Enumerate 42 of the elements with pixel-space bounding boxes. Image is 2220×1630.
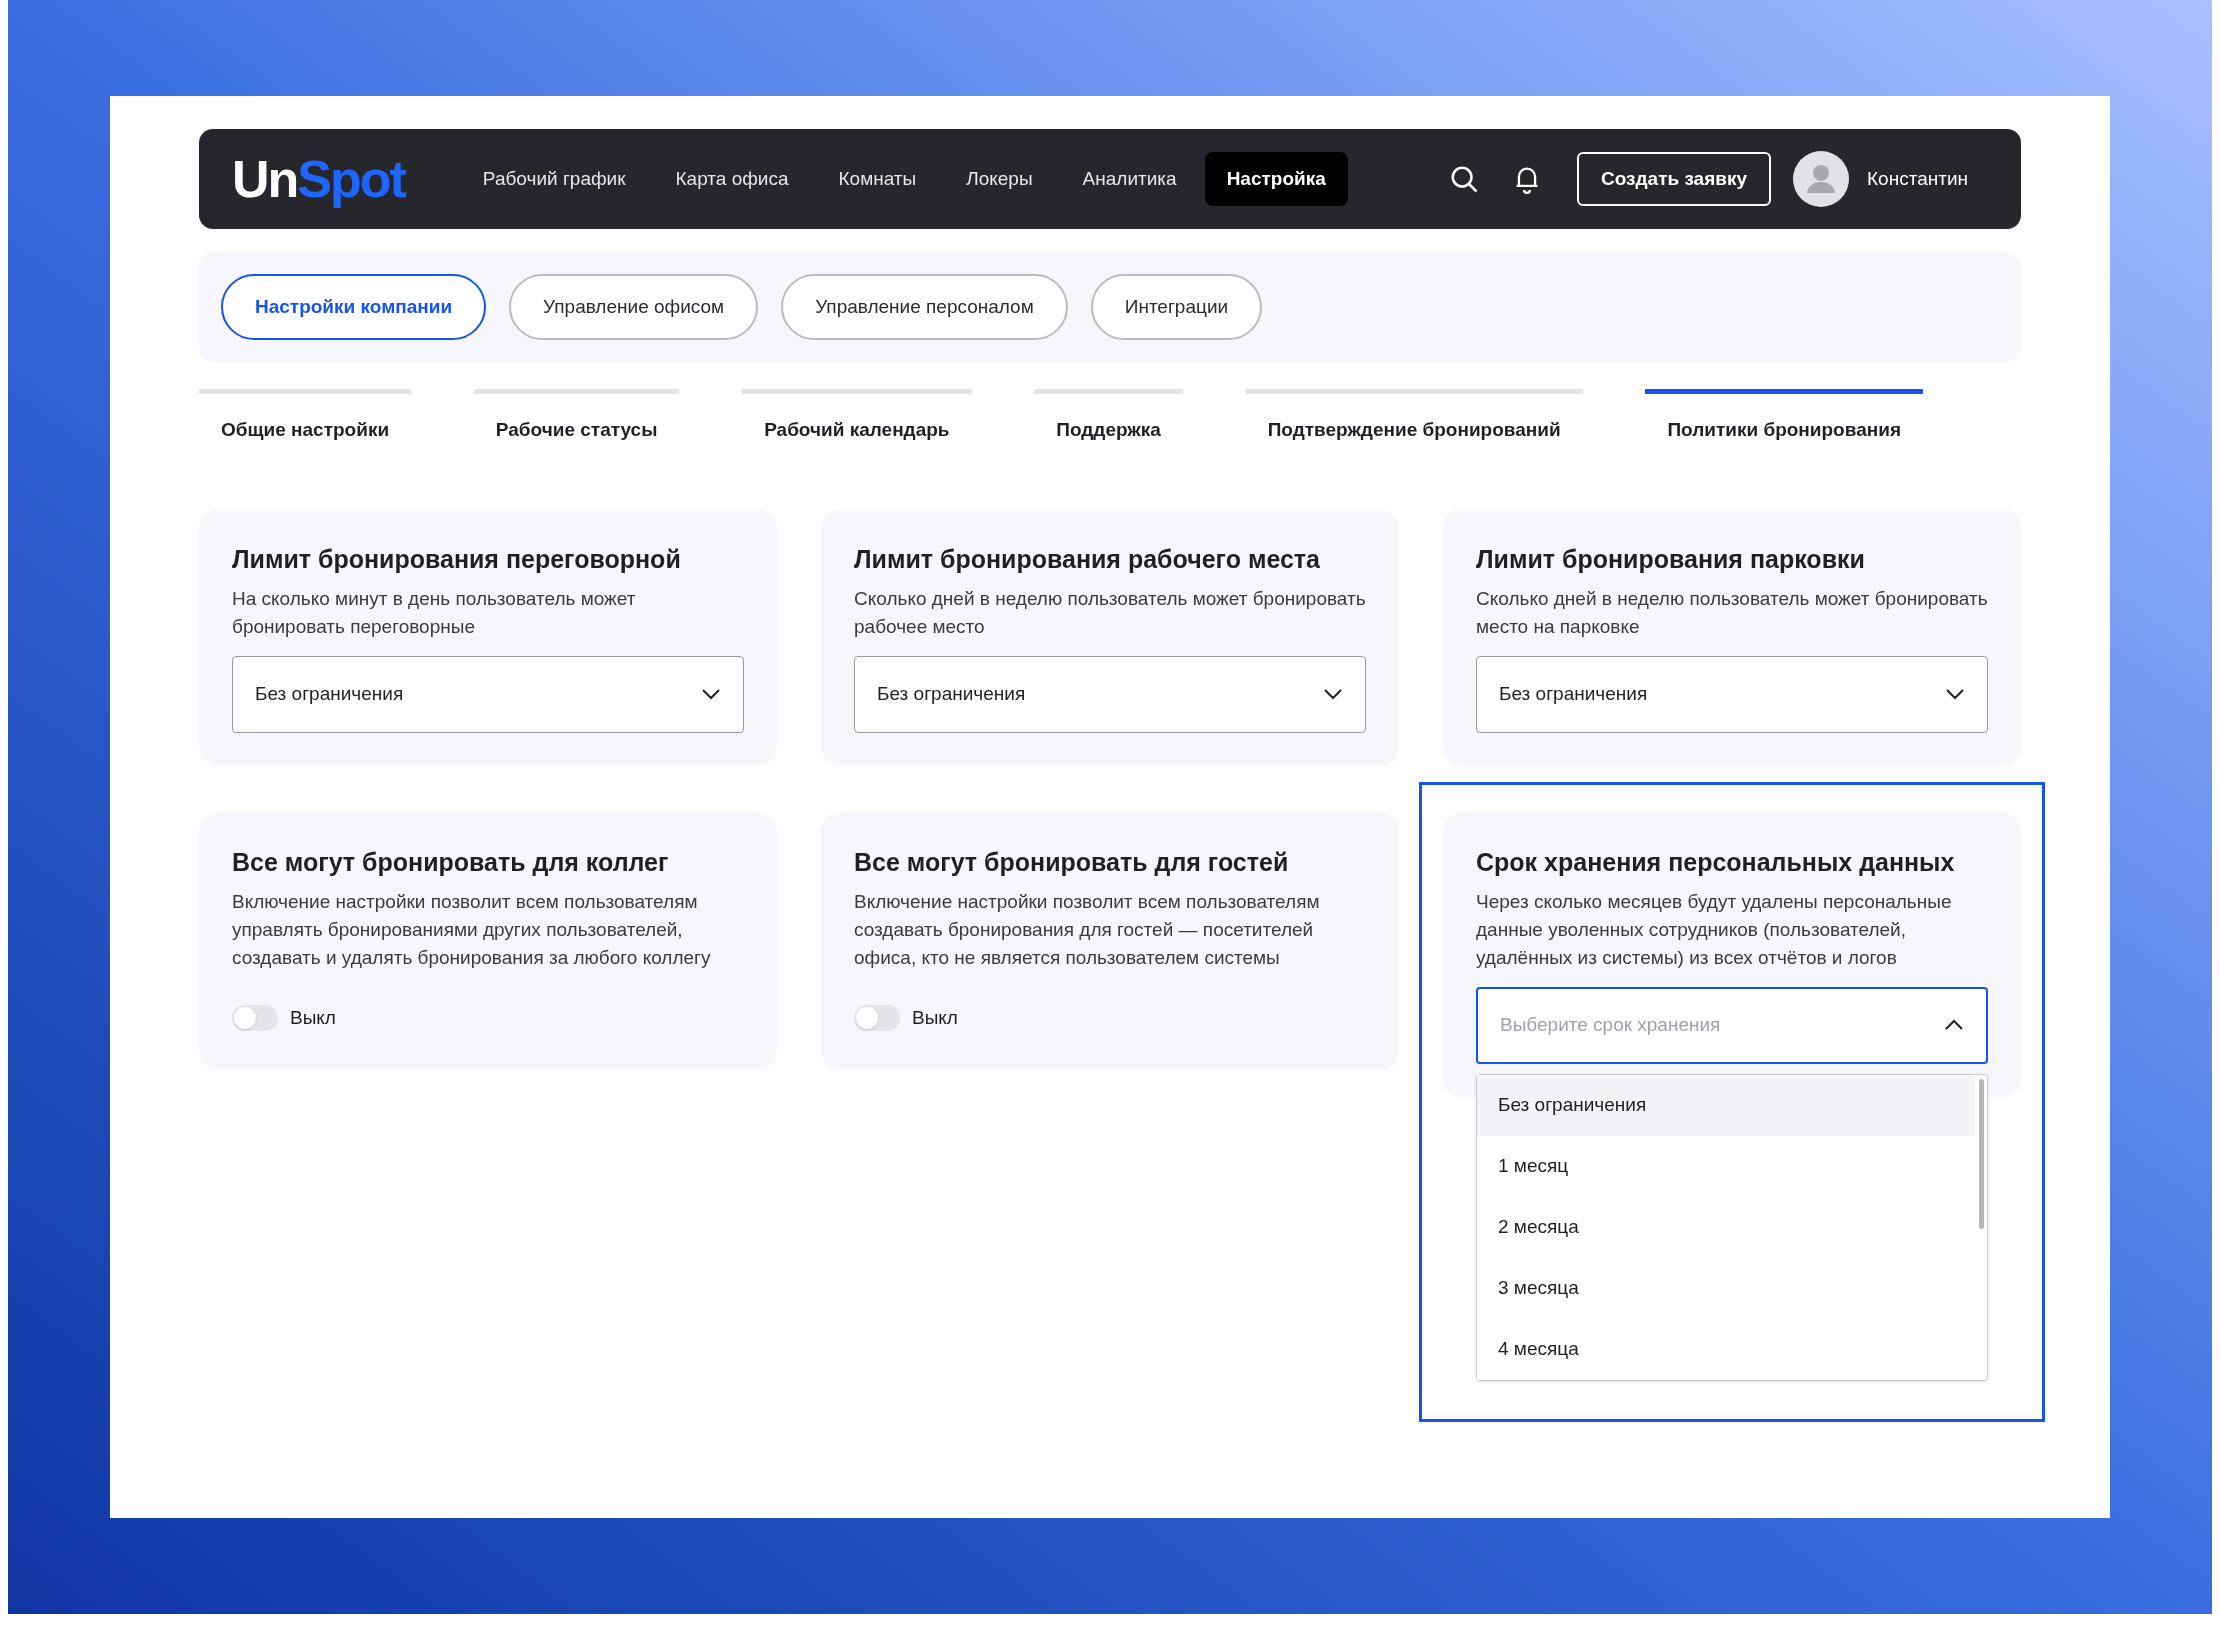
select-field[interactable]: Без ограничения [1476, 655, 1988, 733]
card-title: Срок хранения персональных данных [1476, 846, 1956, 878]
card-description: Сколько дней в неделю пользователь может бронировать место на парковке [1476, 586, 1988, 639]
toggle-label: Выкл [912, 1005, 958, 1030]
nav-item[interactable]: Рабочий график [460, 152, 648, 206]
section-tab[interactable]: Управление персоналом [781, 274, 1068, 340]
settings-tab[interactable]: Общие настройки [199, 389, 412, 445]
card-title: Все могут бронировать для коллег [232, 846, 670, 878]
card-title: Все могут бронировать для гостей [854, 846, 1290, 878]
toggle-switch[interactable] [854, 1004, 900, 1031]
toggle-label: Выкл [290, 1005, 336, 1030]
user-name: Константин [1867, 166, 1968, 191]
settings-tab[interactable]: Поддержка [1034, 389, 1183, 445]
settings-tab[interactable]: Политики бронирования [1645, 389, 1923, 445]
create-request-button[interactable]: Создать заявку [1577, 152, 1771, 206]
section-tab[interactable]: Управление офисом [509, 274, 759, 340]
section-tab[interactable]: Настройки компании [221, 274, 487, 340]
nav-item[interactable]: Комнаты [816, 152, 939, 206]
settings-tab[interactable]: Рабочий календарь [742, 389, 972, 445]
dropdown-option[interactable]: 4 месяца [1477, 1318, 1975, 1380]
settings-tab[interactable]: Подтверждение бронирований [1245, 389, 1583, 445]
settings-tab[interactable]: Рабочие статусы [473, 389, 680, 445]
avatar-icon[interactable] [1793, 151, 1849, 207]
nav-item[interactable]: Аналитика [1060, 152, 1199, 206]
nav-item[interactable]: Локеры [944, 152, 1055, 206]
card-description: На сколько минут в день пользователь может бронировать переговорные [232, 586, 637, 639]
card-description: Включение настройки позволит всем пользователям управлять бронированиями других пользователей, создавать и удалять бронирования за любого коллегу [232, 889, 712, 970]
card-description: Включение настройки позволит всем пользователям создавать бронирования для гостей — посетителей офиса, кто не является пользователем системы [854, 889, 1321, 970]
select-field[interactable]: Без ограничения [232, 655, 744, 733]
card-title: Лимит бронирования рабочего места [854, 543, 1321, 575]
section-tab[interactable]: Интеграции [1090, 274, 1263, 340]
nav-item[interactable]: Настройка [1204, 152, 1348, 206]
card-title: Лимит бронирования переговорной [232, 543, 682, 575]
scrollbar-thumb[interactable] [1978, 1078, 1984, 1229]
dropdown-option[interactable]: Без ограничения [1477, 1074, 1975, 1136]
nav-item[interactable]: Карта офиса [653, 152, 811, 206]
search-icon[interactable] [1449, 164, 1479, 194]
select-field[interactable]: Без ограничения [854, 655, 1366, 733]
toggle-switch[interactable] [232, 1004, 278, 1031]
card-title: Лимит бронирования парковки [1476, 543, 1866, 575]
card-description: Через сколько месяцев будут удалены персональные данные уволенных сотрудников (пользователей, удалённых из системы) из всех отчётов и логов [1476, 889, 1953, 970]
card-description: Сколько дней в неделю пользователь может бронировать рабочее место [854, 586, 1366, 639]
